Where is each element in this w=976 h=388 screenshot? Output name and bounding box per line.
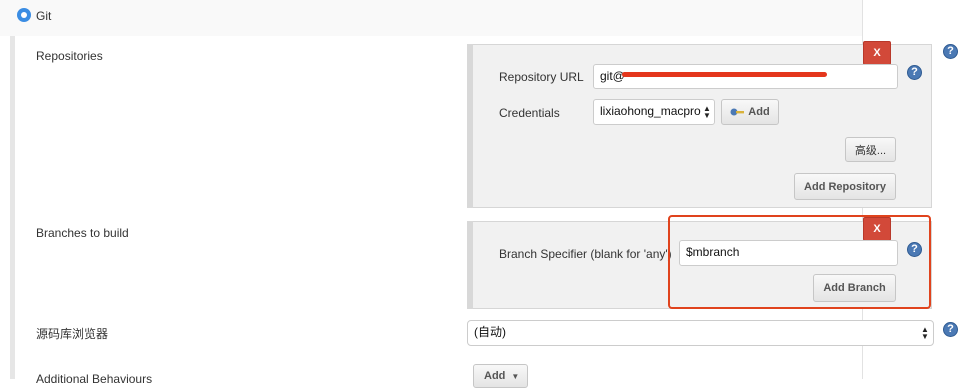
repository-url-help-icon[interactable]: ? bbox=[907, 65, 922, 80]
repository-panel-bar bbox=[467, 44, 473, 208]
git-label: Git bbox=[36, 9, 52, 23]
repositories-label: Repositories bbox=[36, 49, 103, 63]
git-radio-button[interactable] bbox=[17, 8, 31, 22]
left-indent-bar bbox=[10, 36, 15, 379]
repository-browser-help-icon[interactable]: ? bbox=[943, 322, 958, 337]
branch-panel-bar bbox=[467, 221, 473, 309]
git-header bbox=[0, 0, 862, 36]
remove-repository-button[interactable]: X bbox=[863, 41, 891, 65]
repositories-help-icon[interactable]: ? bbox=[943, 44, 958, 59]
additional-behaviours-label: Additional Behaviours bbox=[36, 372, 153, 386]
repository-url-label: Repository URL bbox=[499, 70, 584, 84]
radio-dot bbox=[21, 12, 27, 18]
repository-browser-select[interactable]: (自动) ▲ ▼ bbox=[467, 320, 934, 346]
credentials-value: lixiaohong_macpro bbox=[600, 104, 701, 118]
add-credentials-button[interactable]: Add bbox=[721, 99, 779, 125]
dropdown-caret-icon: ▼ bbox=[511, 371, 520, 381]
select-arrows-icon: ▲ ▼ bbox=[921, 325, 929, 341]
repository-url-value: git@ bbox=[600, 69, 625, 83]
repository-browser-value: (自动) bbox=[474, 325, 506, 339]
branch-specifier-label: Branch Specifier (blank for 'any') bbox=[499, 247, 672, 261]
credentials-label: Credentials bbox=[499, 106, 560, 120]
credentials-select[interactable]: lixiaohong_macpro ▲ ▼ bbox=[593, 99, 715, 125]
key-icon bbox=[730, 108, 745, 116]
repository-browser-label: 源码库浏览器 bbox=[36, 327, 109, 341]
select-arrows-icon: ▲ ▼ bbox=[703, 104, 711, 120]
add-credentials-label: Add bbox=[748, 106, 770, 118]
add-behaviour-label: Add bbox=[484, 370, 506, 382]
add-behaviour-button[interactable]: Add ▼ bbox=[473, 364, 528, 388]
redaction-mark bbox=[622, 72, 827, 77]
advanced-button[interactable]: 高级... bbox=[845, 137, 896, 162]
annotation-highlight-box bbox=[668, 215, 931, 309]
add-repository-button[interactable]: Add Repository bbox=[794, 173, 896, 200]
branches-label: Branches to build bbox=[36, 226, 129, 240]
